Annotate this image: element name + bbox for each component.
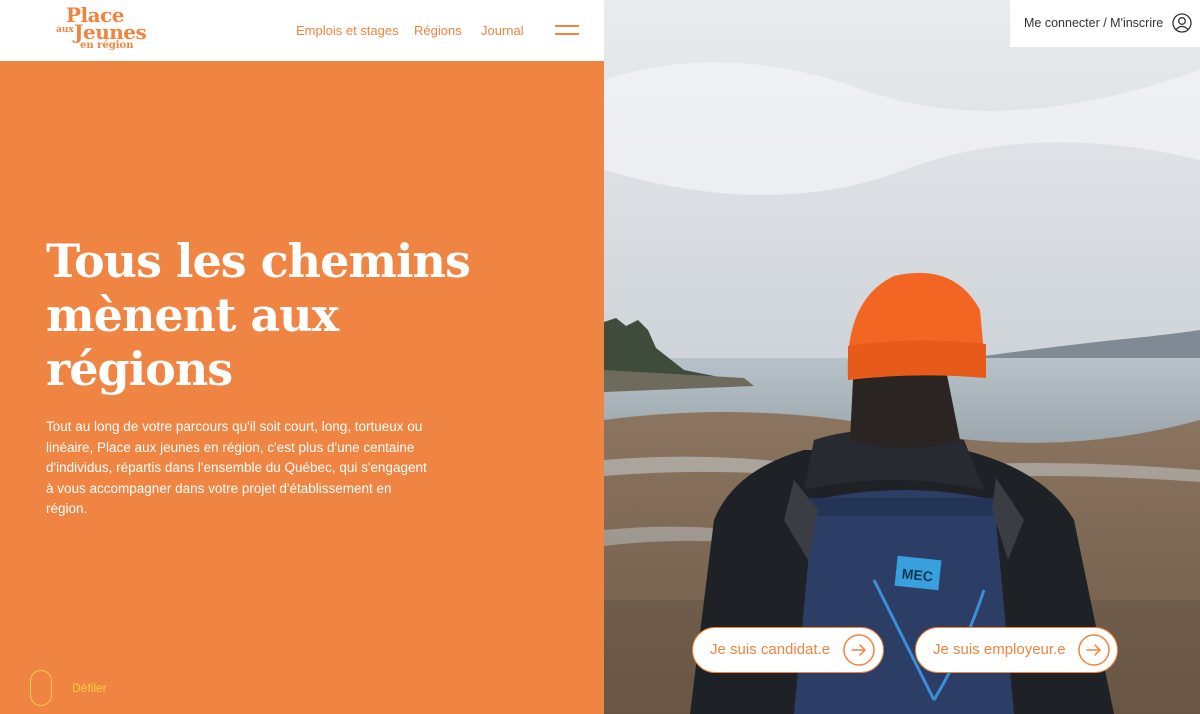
employer-button-label: Je suis employeur.e: [933, 641, 1066, 658]
candidate-button-label: Je suis candidat.e: [710, 641, 831, 658]
menu-icon-bar-bottom: [555, 33, 579, 35]
scroll-label[interactable]: Défiler: [72, 681, 107, 695]
hero-photo-illustration: MEC: [604, 0, 1200, 714]
employer-button[interactable]: Je suis employeur.e: [915, 627, 1118, 673]
user-icon: [1172, 13, 1192, 33]
site-logo[interactable]: Place aux Jeunes en région: [54, 5, 147, 57]
nav-link-emplois[interactable]: Emplois et stages: [296, 23, 399, 38]
candidate-button[interactable]: Je suis candidat.e: [692, 627, 884, 673]
arrow-right-icon: [1078, 634, 1110, 666]
nav-link-journal[interactable]: Journal: [481, 23, 524, 38]
login-label: Me connecter / M'inscrire: [1024, 16, 1164, 30]
logo-text-en-region: en région: [80, 40, 134, 51]
nav-link-regions[interactable]: Régions: [414, 23, 462, 38]
hero-photo: MEC: [604, 0, 1200, 714]
logo-text-aux: aux: [56, 25, 74, 35]
hero-title: Tous les chemins mènent aux régions: [46, 234, 471, 396]
menu-icon-bar-top: [555, 25, 579, 27]
logo-text-jeunes: Jeunes: [74, 20, 147, 44]
hero-description: Tout au long de votre parcours qu'il soi…: [46, 419, 427, 516]
scroll-icon[interactable]: [30, 670, 52, 706]
login-button[interactable]: Me connecter / M'inscrire: [1010, 0, 1200, 47]
bag-brand-tag: MEC: [901, 565, 934, 584]
arrow-right-icon: [843, 634, 875, 666]
menu-icon[interactable]: [555, 25, 579, 36]
hero-panel: Tous les chemins mènent aux régions Tout…: [0, 61, 604, 714]
site-header: Place aux Jeunes en région Emplois et st…: [0, 0, 604, 61]
